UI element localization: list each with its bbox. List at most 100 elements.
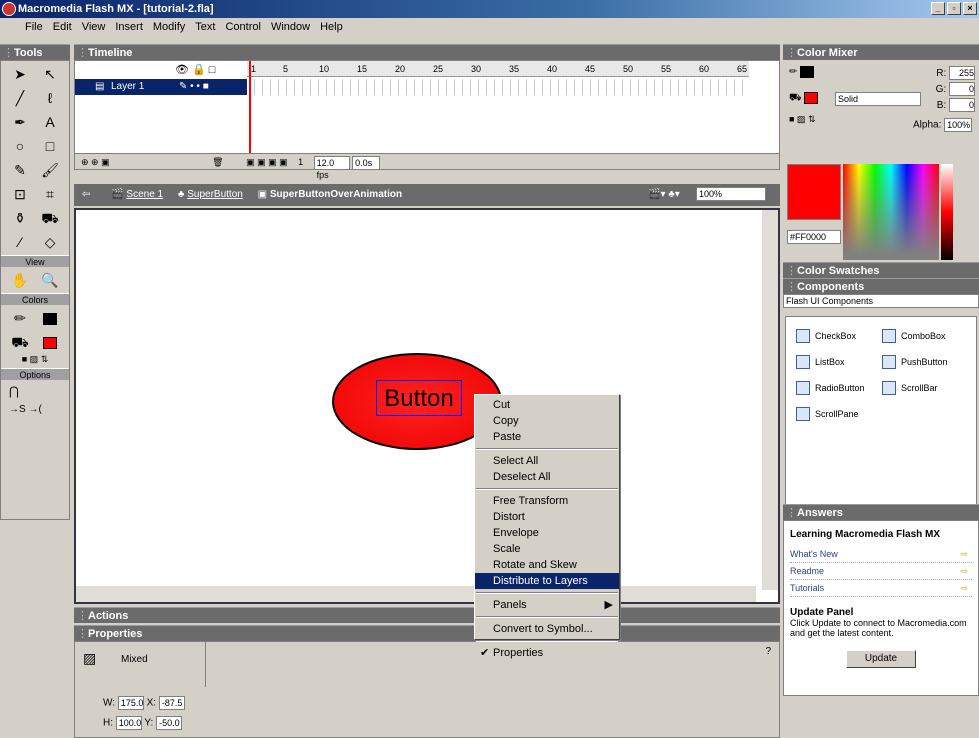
breadcrumb-scene[interactable]: Scene 1 (126, 189, 163, 200)
oval-tool-icon[interactable]: ○ (5, 137, 35, 156)
menu-item-convert-to-symbol[interactable]: Convert to Symbol... (475, 621, 619, 637)
color-swatches-title[interactable]: Color Swatches (783, 262, 979, 279)
menu-view[interactable]: View (77, 21, 111, 33)
component-scrollpane[interactable]: ScrollPane (796, 401, 859, 427)
stroke-color-icon[interactable]: ✏ (5, 309, 35, 328)
eyedropper-tool-icon[interactable]: ⁄ (5, 233, 35, 252)
components-title[interactable]: Components (783, 278, 979, 295)
free-transform-tool-icon[interactable]: ⊡ (5, 185, 35, 204)
menu-help[interactable]: Help (315, 21, 348, 33)
paint-bucket-tool-icon[interactable]: ⛟ (35, 209, 65, 228)
y-field[interactable]: -50.0 (156, 716, 183, 730)
link-tutorials[interactable]: Tutorials (790, 580, 972, 597)
insert-layer-icon[interactable]: ⊕ ⊕ ▣ (81, 157, 110, 167)
component-radiobutton[interactable]: RadioButton (796, 375, 865, 401)
menu-item-copy[interactable]: Copy (475, 413, 619, 429)
fill-type-select[interactable]: Solid (835, 92, 921, 106)
brightness-slider[interactable] (941, 164, 953, 260)
menu-control[interactable]: Control (220, 21, 265, 33)
mixer-fill-icon[interactable]: ⛟ (789, 92, 819, 106)
menu-item-free-transform[interactable]: Free Transform (475, 493, 619, 509)
actions-header[interactable]: Actions (74, 607, 780, 624)
button-text[interactable]: Button (376, 380, 462, 416)
component-set-select[interactable]: Flash UI Components (783, 294, 979, 308)
vertical-scrollbar[interactable] (762, 210, 778, 590)
alpha-field[interactable]: 100% (944, 118, 973, 132)
ink-bottle-tool-icon[interactable]: ⚱ (5, 209, 35, 228)
green-field[interactable]: 0 (949, 82, 975, 97)
menu-item-scale[interactable]: Scale (475, 541, 619, 557)
fill-color-swatch[interactable] (35, 333, 65, 352)
color-mixer-title[interactable]: Color Mixer (783, 44, 979, 61)
menu-item-envelope[interactable]: Envelope (475, 525, 619, 541)
menu-edit[interactable]: Edit (48, 21, 77, 33)
component-scrollbar[interactable]: ScrollBar (882, 375, 938, 401)
help-icon[interactable]: ? (765, 646, 771, 657)
layer-visibility-icons[interactable]: 👁 🔒 □ (175, 63, 215, 76)
height-field[interactable]: 100.0 (115, 716, 142, 730)
onion-skin-icons[interactable]: ▣ ▣ ▣ ▣ (246, 157, 288, 167)
fill-transform-tool-icon[interactable]: ⌗ (35, 185, 65, 204)
hand-tool-icon[interactable]: ✋ (5, 271, 35, 290)
pen-tool-icon[interactable]: ✒ (5, 113, 35, 132)
menu-item-select-all[interactable]: Select All (475, 453, 619, 469)
zoom-select[interactable]: 100% (696, 187, 766, 201)
arrow-tool-icon[interactable]: ➤ (5, 65, 35, 84)
snap-magnet-icon[interactable]: ⋂ (1, 380, 69, 402)
pencil-tool-icon[interactable]: ✎ (5, 161, 35, 180)
link-readme[interactable]: Readme (790, 563, 972, 580)
x-field[interactable]: -87.5 (158, 696, 185, 710)
breadcrumb-symbol[interactable]: SuperButton (187, 189, 243, 200)
component-checkbox[interactable]: CheckBox (796, 323, 856, 349)
component-pushbutton[interactable]: PushButton (882, 349, 948, 375)
hex-field[interactable]: #FF0000 (787, 230, 841, 244)
menu-item-cut[interactable]: Cut (475, 397, 619, 413)
rectangle-tool-icon[interactable]: □ (35, 137, 65, 156)
horizontal-scrollbar[interactable] (76, 586, 756, 602)
subselect-tool-icon[interactable]: ↖ (35, 65, 65, 84)
menu-modify[interactable]: Modify (148, 21, 190, 33)
menu-insert[interactable]: Insert (110, 21, 148, 33)
color-spectrum[interactable] (843, 164, 939, 260)
red-field[interactable]: 255 (949, 66, 975, 81)
menu-item-rotate-skew[interactable]: Rotate and Skew (475, 557, 619, 573)
link-whats-new[interactable]: What's New (790, 546, 972, 563)
zoom-tool-icon[interactable]: 🔍 (35, 271, 65, 290)
stroke-color-swatch[interactable] (35, 309, 65, 328)
update-button[interactable]: Update (846, 650, 916, 668)
close-button[interactable]: × (963, 2, 977, 15)
menu-item-paste[interactable]: Paste (475, 429, 619, 445)
brush-tool-icon[interactable]: 🖌 (35, 161, 65, 180)
eraser-tool-icon[interactable]: ◇ (35, 233, 65, 252)
line-tool-icon[interactable]: ╱ (5, 89, 35, 108)
menu-item-deselect-all[interactable]: Deselect All (475, 469, 619, 485)
layer-row[interactable]: ▤ Layer 1 ✎ • • ■ (75, 79, 247, 95)
delete-layer-icon[interactable]: 🗑 (212, 157, 223, 167)
menu-item-panels[interactable]: Panels ▶ (475, 597, 619, 613)
answers-title[interactable]: Answers (783, 504, 979, 521)
menu-file[interactable]: File (20, 21, 48, 33)
swap-colors-icon[interactable]: ■ ▨ ⇅ (1, 354, 69, 365)
maximize-button[interactable]: ▫ (947, 2, 961, 15)
back-arrow-icon[interactable]: ⇦ (82, 189, 90, 200)
smooth-straighten-icon[interactable]: →S →( (1, 402, 69, 417)
menu-text[interactable]: Text (190, 21, 220, 33)
fill-color-icon[interactable]: ⛟ (5, 333, 35, 352)
menu-item-properties[interactable]: ✔ Properties (475, 645, 619, 661)
lasso-tool-icon[interactable]: ℓ (35, 89, 65, 108)
width-field[interactable]: 175.0 (117, 696, 144, 710)
blue-field[interactable]: 0 (949, 98, 975, 113)
menu-item-distort[interactable]: Distort (475, 509, 619, 525)
menu-window[interactable]: Window (266, 21, 315, 33)
component-listbox[interactable]: ListBox (796, 349, 845, 375)
edit-scene-icon[interactable]: 🎬▾ ♣▾ (648, 184, 680, 206)
mixer-swap-icon[interactable]: ■ ▨ ⇅ (789, 114, 815, 125)
frame-cells[interactable] (247, 79, 749, 95)
menu-item-distribute-to-layers[interactable]: Distribute to Layers (475, 573, 619, 589)
stage[interactable]: Button (74, 208, 780, 604)
properties-header[interactable]: Properties (74, 625, 780, 642)
text-tool-icon[interactable]: A (35, 113, 65, 132)
minimize-button[interactable]: _ (931, 2, 945, 15)
component-combobox[interactable]: ComboBox (882, 323, 946, 349)
mixer-stroke-icon[interactable]: ✏ (789, 66, 815, 78)
